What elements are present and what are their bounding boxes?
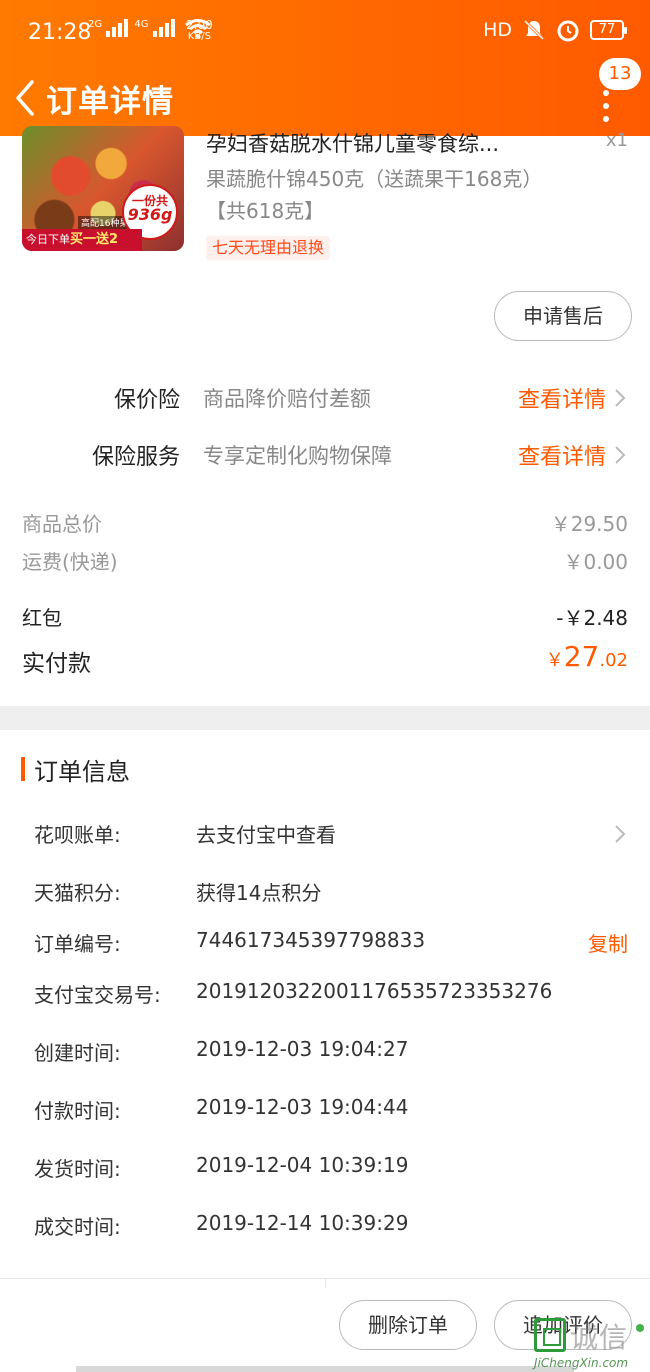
chevron-right-icon — [615, 825, 626, 843]
info-key: 付款时间: — [34, 1099, 121, 1123]
info-value: 744617345397798833 — [196, 928, 426, 952]
home-indicator — [76, 1366, 574, 1372]
paid-integer: 27 — [563, 640, 600, 673]
signal-bars-icon — [106, 19, 130, 37]
info-row-completed: 成交时间: 2019-12-14 10:39:29 — [0, 1211, 650, 1245]
image-banner-highlight: 买一送2 — [70, 232, 119, 247]
info-key: 发货时间: — [34, 1157, 121, 1181]
view-details-link[interactable]: 查看详情 — [518, 382, 606, 414]
info-row-alipay-trade: 支付宝交易号: 2019120322001176535723353276 — [0, 979, 650, 1013]
paid-decimal: .02 — [599, 650, 628, 671]
insurance-desc: 专享定制化购物保障 — [203, 444, 392, 468]
mute-icon — [523, 19, 545, 41]
paid-amount-row: 实付款 ￥27.02 — [22, 640, 628, 680]
chevron-right-icon — [615, 389, 626, 407]
status-right: HD 77 — [483, 18, 627, 42]
net-speed-unit: KB/S — [187, 31, 211, 42]
info-key: 成交时间: — [34, 1215, 121, 1239]
order-info-title: 订单信息 — [34, 758, 130, 786]
insurance-row-price-protection[interactable]: 保价险 商品降价赔付差额 查看详情 — [0, 378, 650, 418]
view-details-link[interactable]: 查看详情 — [518, 439, 606, 471]
image-promo-banner: 今日下单买一送2 — [22, 229, 142, 251]
delete-order-button[interactable]: 删除订单 — [339, 1300, 477, 1350]
add-review-button[interactable]: 追加评价 — [494, 1300, 632, 1350]
red-packet-label: 红包 — [22, 606, 62, 630]
info-key: 订单编号: — [34, 932, 121, 956]
signal-label-2: 4G — [134, 19, 149, 30]
net-speed-value: 2.00 — [186, 18, 213, 32]
alarm-icon — [557, 20, 579, 42]
app-header: 21:28 2G 4G 2.00 KB/S HD 77 订单详情 13 — [0, 0, 650, 136]
paid-label: 实付款 — [22, 651, 91, 677]
insurance-desc: 商品降价赔付差额 — [203, 387, 371, 411]
info-row-order-number: 订单编号: 744617345397798833 复制 — [0, 928, 650, 962]
info-key: 天猫积分: — [34, 881, 121, 905]
info-value: 获得14点积分 — [196, 881, 322, 905]
chevron-right-icon — [615, 446, 626, 464]
info-row-huabei[interactable]: 花呗账单: 去支付宝中查看 — [0, 819, 650, 853]
info-value: 去支付宝中查看 — [196, 823, 336, 847]
product-image[interactable]: 高配16种果蔬 一份共 936g 今日下单买一送2 — [22, 126, 184, 251]
shipping-value: ￥0.00 — [563, 550, 628, 574]
info-key: 花呗账单: — [34, 823, 121, 847]
hd-label: HD — [483, 19, 512, 41]
info-row-shipped: 发货时间: 2019-12-04 10:39:19 — [0, 1153, 650, 1187]
goods-total-label: 商品总价 — [22, 512, 102, 536]
info-value: 2019-12-04 10:39:19 — [196, 1153, 409, 1177]
product-quantity: x1 — [605, 130, 628, 151]
nav-bar: 订单详情 13 — [0, 58, 650, 136]
paid-amount: ￥27.02 — [546, 640, 628, 673]
battery-icon: 77 — [590, 20, 627, 40]
image-circle-weight: 936g — [127, 205, 173, 224]
info-row-paid: 付款时间: 2019-12-03 19:04:44 — [0, 1095, 650, 1129]
red-packet-row: 红包 -￥2.48 — [22, 602, 628, 636]
section-accent-bar — [21, 757, 25, 781]
goods-total-row: 商品总价 ￥29.50 — [22, 508, 628, 542]
insurance-label: 保险服务 — [91, 445, 180, 470]
signal-bars-icon — [152, 19, 177, 37]
insurance-label: 保价险 — [113, 388, 180, 413]
info-key: 创建时间: — [34, 1041, 121, 1065]
status-bar: 21:28 2G 4G 2.00 KB/S HD 77 — [0, 0, 650, 62]
copy-button[interactable]: 复制 — [588, 928, 628, 957]
after-sale-button[interactable]: 申请售后 — [494, 291, 632, 341]
info-value: 2019-12-14 10:39:29 — [196, 1211, 409, 1235]
net-speed: 2.00 KB/S — [186, 18, 213, 42]
info-row-created: 创建时间: 2019-12-03 19:04:27 — [0, 1037, 650, 1071]
more-vertical-icon[interactable] — [598, 90, 614, 134]
shipping-row: 运费(快递) ￥0.00 — [22, 546, 628, 580]
red-packet-value: -￥2.48 — [556, 606, 628, 630]
status-time: 21:28 — [28, 20, 92, 45]
return-policy-tag: 七天无理由退换 — [206, 236, 331, 260]
info-value: 2019-12-03 19:04:27 — [196, 1037, 409, 1061]
info-key: 支付宝交易号: — [34, 983, 161, 1007]
info-value: 2019-12-03 19:04:44 — [196, 1095, 409, 1119]
back-arrow-icon[interactable] — [10, 78, 40, 118]
product-title[interactable]: 孕妇香菇脱水什锦儿童零食综... — [206, 128, 536, 158]
image-banner-prefix: 今日下单 — [26, 233, 70, 246]
bottom-divider-tick — [325, 1278, 326, 1288]
message-badge[interactable]: 13 — [599, 58, 641, 90]
goods-total-value: ￥29.50 — [550, 512, 628, 536]
watermark-dot — [636, 1324, 644, 1332]
insurance-row-service[interactable]: 保险服务 专享定制化购物保障 查看详情 — [0, 435, 650, 475]
signal-label-1: 2G — [88, 19, 103, 30]
paid-currency: ￥ — [545, 650, 564, 671]
page-title: 订单详情 — [46, 84, 174, 120]
product-sku: 果蔬脆什锦450克（送蔬果干168克）【共618克】 — [206, 167, 533, 223]
shipping-label: 运费(快递) — [22, 550, 118, 574]
info-value: 2019120322001176535723353276 — [196, 979, 553, 1003]
info-row-points: 天猫积分: 获得14点积分 — [0, 877, 650, 911]
section-divider — [0, 706, 650, 730]
